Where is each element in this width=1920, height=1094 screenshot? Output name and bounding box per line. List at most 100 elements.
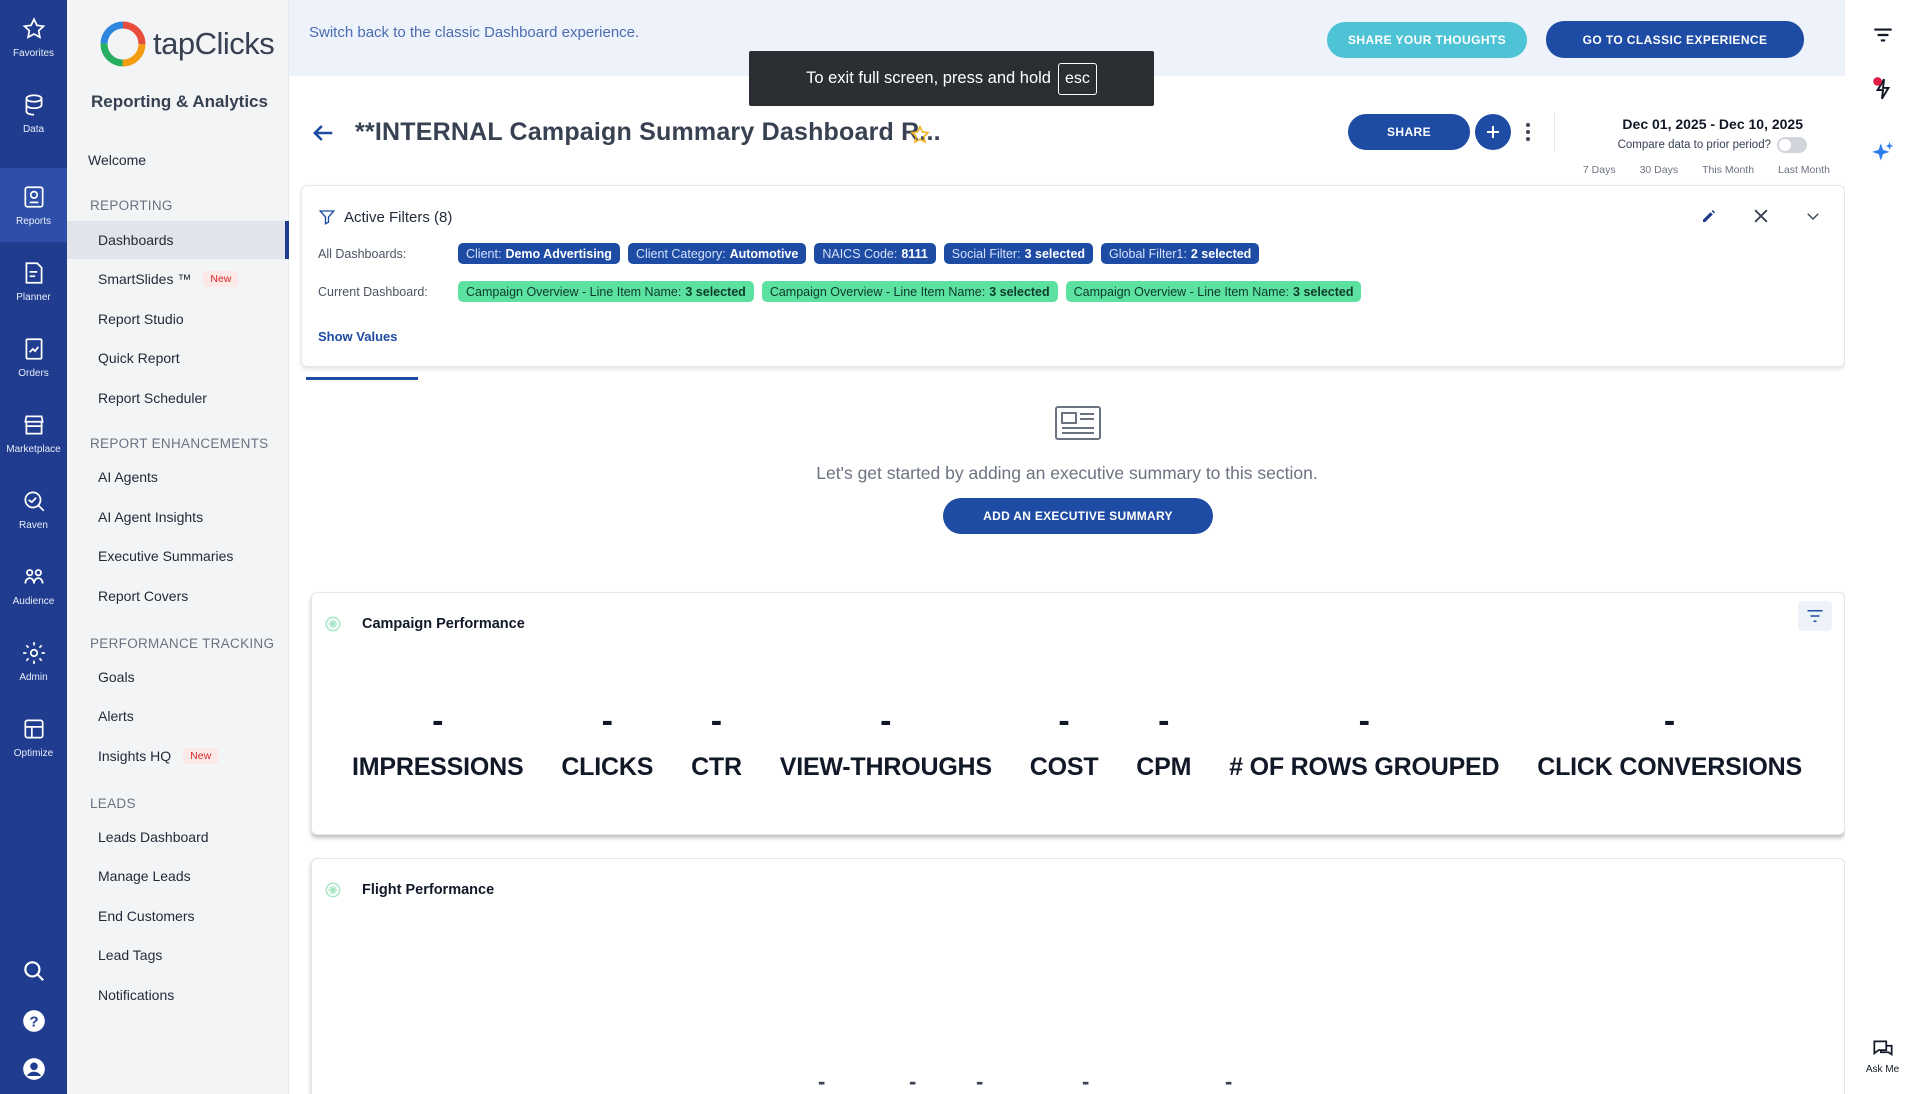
nav-welcome[interactable]: Welcome	[88, 152, 146, 168]
nav-item-smartslides[interactable]: SmartSlides ™ New	[67, 260, 289, 298]
preset-30-days[interactable]: 30 Days	[1640, 164, 1679, 176]
fullscreen-toast: To exit full screen, press and hold esc	[749, 51, 1154, 106]
rail-search[interactable]	[0, 958, 67, 984]
chip-key: Social Filter:	[951, 246, 1021, 261]
nav-item-report-scheduler[interactable]: Report Scheduler	[67, 379, 289, 417]
classic-experience-button[interactable]: GO TO CLASSIC EXPERIENCE	[1546, 21, 1804, 58]
edit-filters-button[interactable]	[1698, 205, 1720, 227]
add-executive-summary-button[interactable]: ADD AN EXECUTIVE SUMMARY	[943, 498, 1213, 534]
metric-impressions: - IMPRESSIONS	[352, 701, 524, 782]
rail-planner[interactable]: Planner	[0, 244, 67, 318]
nav-item-report-studio[interactable]: Report Studio	[67, 300, 289, 338]
notifications-button[interactable]	[1845, 76, 1920, 102]
brand-logo[interactable]: tapClicks	[97, 18, 275, 70]
campaign-performance-widget: Campaign Performance - IMPRESSIONS - CLICK…	[311, 592, 1845, 835]
rail-favorites[interactable]: Favorites	[0, 0, 67, 74]
nav-item-dashboards[interactable]: Dashboards	[67, 221, 289, 259]
flight-value: -	[1225, 1069, 1233, 1094]
preset-last-month[interactable]: Last Month	[1778, 164, 1830, 176]
nav-item-report-covers[interactable]: Report Covers	[67, 577, 289, 615]
nav-item-alerts[interactable]: Alerts	[67, 697, 289, 735]
nav-item-label: AI Agents	[98, 469, 158, 485]
filter-chip[interactable]: Social Filter: 3 selected	[943, 243, 1094, 264]
nav-item-ai-agent-insights[interactable]: AI Agent Insights	[67, 498, 289, 536]
all-dashboards-label: All Dashboards:	[318, 246, 407, 261]
rail-label: Data	[22, 123, 45, 135]
nav-item-label: Leads Dashboard	[98, 829, 209, 845]
store-icon	[23, 414, 44, 435]
rail-label: Marketplace	[6, 443, 61, 455]
show-values-link[interactable]: Show Values	[318, 329, 397, 344]
rail-optimize[interactable]: Optimize	[0, 700, 67, 774]
nav-item-lead-tags[interactable]: Lead Tags	[67, 936, 289, 974]
filter-chip[interactable]: Campaign Overview - Line Item Name: 3 sel…	[1065, 281, 1362, 302]
banner-text: Switch back to the classic Dashboard exp…	[309, 24, 640, 41]
right-menu-button[interactable]	[1845, 22, 1920, 48]
filter-chip[interactable]: Campaign Overview - Line Item Name: 3 sel…	[458, 281, 754, 302]
favorite-star-icon[interactable]	[909, 124, 931, 146]
nav-sidebar: tapClicks Reporting & Analytics Welcome …	[67, 0, 289, 1094]
nav-item-label: Lead Tags	[98, 947, 163, 963]
active-tab-indicator	[306, 377, 418, 380]
clear-filters-button[interactable]	[1750, 205, 1772, 227]
chip-value: Automotive	[729, 246, 799, 261]
metric-value: -	[1058, 702, 1070, 740]
rail-help[interactable]: ?	[0, 1008, 67, 1034]
date-range-picker[interactable]: Dec 01, 2025 - Dec 10, 2025	[1622, 116, 1803, 132]
filter-chip[interactable]: Campaign Overview - Line Item Name: 3 sel…	[761, 281, 1058, 302]
nav-item-ai-agents[interactable]: AI Agents	[67, 458, 289, 496]
metric-value: -	[601, 702, 613, 740]
ai-sparkle-button[interactable]	[1845, 140, 1920, 166]
rail-audience[interactable]: Audience	[0, 548, 67, 622]
nav-item-insights-hq[interactable]: Insights HQ New	[67, 737, 289, 775]
filter-chip[interactable]: Global Filter1: 2 selected	[1101, 243, 1260, 264]
metric-cpm: - CPM	[1136, 701, 1191, 782]
search-icon	[23, 961, 44, 981]
rail-profile[interactable]	[0, 1056, 67, 1082]
nav-item-goals[interactable]: Goals	[67, 658, 289, 696]
icon-rail: Favorites Data Reports Planner Orders Ma…	[0, 0, 67, 1094]
preset-this-month[interactable]: This Month	[1702, 164, 1754, 176]
nav-item-end-customers[interactable]: End Customers	[67, 897, 289, 935]
flight-value: -	[1082, 1069, 1090, 1094]
nav-item-leads-dashboard[interactable]: Leads Dashboard	[67, 818, 289, 856]
filter-chip[interactable]: Client: Demo Advertising	[458, 243, 620, 264]
orders-icon	[25, 337, 42, 360]
preset-7-days[interactable]: 7 Days	[1583, 164, 1616, 176]
share-thoughts-button[interactable]: SHARE YOUR THOUGHTS	[1327, 22, 1527, 58]
nav-item-manage-leads[interactable]: Manage Leads	[67, 857, 289, 895]
nav-item-label: Goals	[98, 669, 135, 685]
rail-data[interactable]: Data	[0, 76, 67, 150]
nav-item-notifications[interactable]: Notifications	[67, 976, 289, 1014]
back-arrow-icon[interactable]	[309, 119, 337, 147]
rail-label: Optimize	[13, 747, 54, 759]
nav-item-label: Report Studio	[98, 311, 184, 327]
chip-value: 3 selected	[685, 284, 746, 299]
rail-reports[interactable]: Reports	[0, 168, 67, 242]
nav-item-quick-report[interactable]: Quick Report	[67, 339, 289, 377]
newspaper-icon	[1055, 406, 1101, 440]
ask-me-button[interactable]	[1845, 1036, 1920, 1062]
widget-filter-button[interactable]	[1798, 601, 1832, 631]
share-button[interactable]: SHARE	[1348, 114, 1470, 150]
toast-text: To exit full screen, press and hold	[806, 69, 1051, 87]
quick-date-presets: 7 Days 30 Days This Month Last Month	[1583, 164, 1830, 176]
more-options-button[interactable]	[1519, 118, 1537, 146]
add-widget-button[interactable]	[1475, 114, 1511, 150]
current-dashboard-label: Current Dashboard:	[318, 284, 428, 299]
nav-item-executive-summaries[interactable]: Executive Summaries	[67, 537, 289, 575]
compare-toggle[interactable]	[1777, 137, 1807, 153]
rail-orders[interactable]: Orders	[0, 320, 67, 394]
collapse-filters-button[interactable]	[1802, 205, 1824, 227]
star-icon	[22, 16, 45, 39]
rail-raven[interactable]: Raven	[0, 472, 67, 546]
nav-item-label: Dashboards	[98, 232, 174, 248]
current-dashboard-row: Current Dashboard: Campaign Overview - L…	[318, 281, 1369, 302]
audience-icon	[23, 568, 44, 584]
filter-chip[interactable]: Client Category: Automotive	[627, 243, 807, 264]
metric-label: CLICK CONVERSIONS	[1537, 753, 1802, 781]
rail-marketplace[interactable]: Marketplace	[0, 396, 67, 470]
rail-admin[interactable]: Admin	[0, 624, 67, 698]
filter-chip[interactable]: NAICS Code: 8111	[814, 243, 936, 264]
chip-value: 3 selected	[989, 284, 1050, 299]
